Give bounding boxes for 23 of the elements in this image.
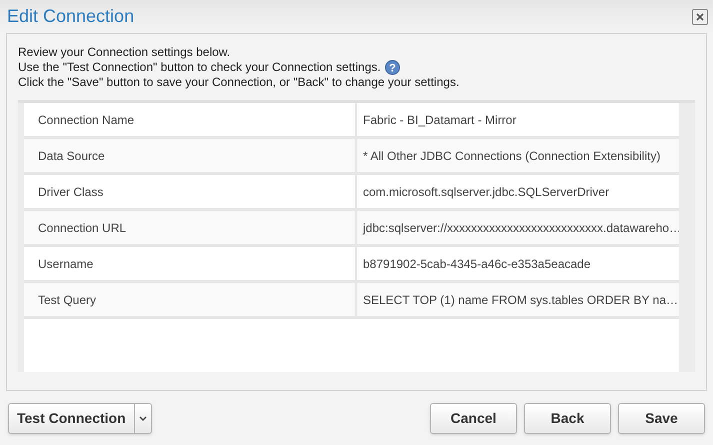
table-cell-text: jdbc:sqlserver://xxxxxxxxxxxxxxxxxxxxxxxxxx.datawareho…	[362, 220, 679, 236]
close-button[interactable]	[692, 8, 708, 24]
table-cell: Driver Class	[24, 175, 357, 208]
help-icon[interactable]: ?	[384, 60, 400, 75]
table-cell: Username	[24, 247, 357, 280]
dialog-button[interactable]: Save	[618, 403, 705, 434]
close-icon	[695, 12, 705, 22]
table-cell-text: Fabric - BI_Datamart - Mirror	[362, 112, 518, 128]
table-cell-text: com.microsoft.sqlserver.jdbc.SQLServerDriver	[362, 184, 610, 200]
table-cell: Connection URL	[24, 211, 357, 244]
table-cell-text: b8791902-5cab-4345-a46c-e353a5eacade	[362, 256, 592, 272]
instruction-text: Click the "Save" button to save your Connection, or "Back" to change your settings.	[18, 75, 460, 90]
chevron-down-icon	[138, 416, 147, 422]
dialog-button[interactable]: Cancel	[430, 403, 517, 434]
instruction-text: Review your Connection settings below.	[18, 45, 230, 60]
table-cell-text: * All Other JDBC Connections (Connection Extensibility)	[362, 148, 662, 164]
table-cell: Data Source	[24, 139, 357, 172]
dialog-button[interactable]: Back	[524, 403, 611, 434]
instruction-text: Use the "Test Connection" button to check your Connection settings.	[18, 60, 381, 75]
table-cell: Test Query	[24, 283, 357, 316]
table-cell: Connection Name	[24, 103, 357, 136]
window-title: Edit Connection	[7, 5, 134, 28]
table-cell-text: SELECT TOP (1) name FROM sys.tables ORDER BY na…	[362, 292, 679, 308]
